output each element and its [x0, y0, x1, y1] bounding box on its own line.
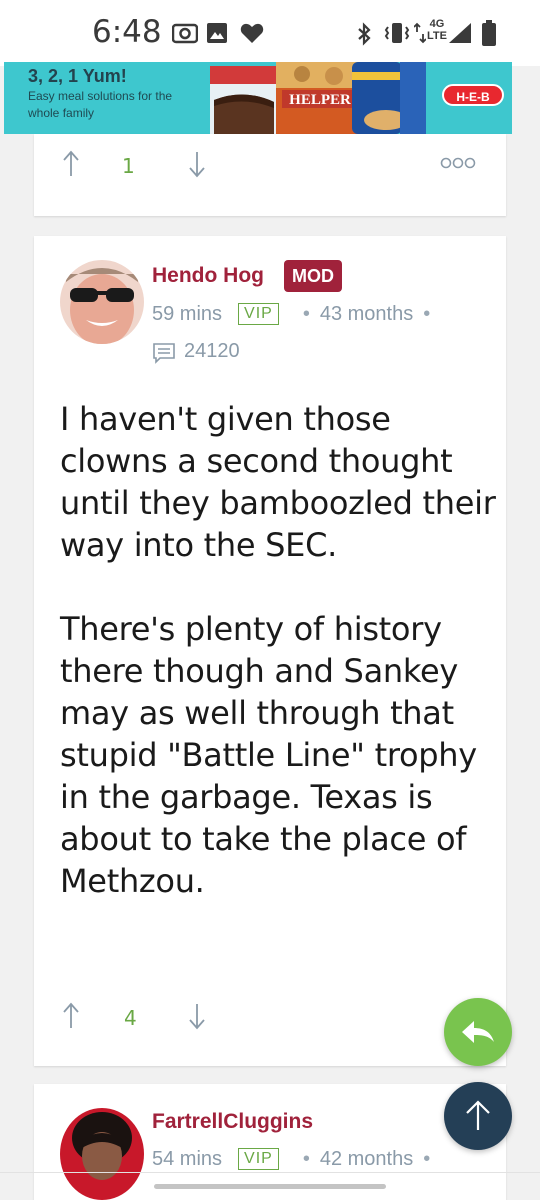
avatar[interactable] [60, 260, 144, 344]
avatar-image [60, 260, 144, 344]
data-arrows-icon [414, 22, 426, 44]
ad-biscuits-can-image [352, 62, 426, 134]
separator-dot: • [423, 303, 431, 325]
status-bar: 6:48 4G LTE [0, 0, 540, 66]
post-meta: 59 mins VIP • 43 months • [152, 303, 440, 326]
downvote-arrow-icon[interactable] [188, 150, 206, 178]
upvote-arrow-icon[interactable] [62, 150, 80, 178]
more-dots-icon[interactable] [440, 156, 476, 170]
ad-title: 3, 2, 1 Yum! [28, 66, 127, 86]
ad-subtitle: Easy meal solutions for the whole family [28, 89, 173, 120]
heb-logo: H-E-B [442, 84, 504, 106]
avatar-image [60, 1108, 144, 1200]
separator-dot: • [423, 1148, 431, 1170]
post-body: I haven't given those clowns a second th… [60, 398, 500, 944]
battery-icon [482, 20, 496, 46]
divider [0, 1172, 540, 1173]
ad-banner[interactable]: 3, 2, 1 Yum! Easy meal solutions for the… [4, 62, 512, 134]
previous-post-card: 1 [34, 134, 506, 216]
ad-product-name: HELPER [289, 92, 351, 108]
vip-badge: VIP [238, 303, 279, 325]
vote-count: 4 [124, 1006, 137, 1030]
vote-count: 1 [122, 154, 135, 178]
post-card: Hendo Hog MOD 59 mins VIP • 43 months • 2412… [34, 236, 506, 1066]
reply-arrow-icon [462, 1021, 494, 1043]
vip-badge: VIP [238, 1148, 279, 1170]
camera-icon [172, 23, 198, 44]
comment-icon [153, 343, 175, 364]
upvote-arrow-icon[interactable] [62, 1002, 80, 1030]
separator-dot: • [302, 303, 310, 325]
heart-icon [240, 23, 264, 43]
author-name[interactable]: Hendo Hog [152, 264, 264, 288]
tenure: 43 months [319, 303, 414, 325]
next-post-card: FartrellCluggins 54 mins VIP • 42 months • [34, 1084, 506, 1200]
post-paragraph: There's plenty of history there though a… [60, 610, 477, 900]
bluetooth-icon [358, 22, 371, 46]
separator-dot: • [302, 1148, 310, 1170]
avatar[interactable] [60, 1108, 144, 1200]
time-ago: 54 mins [152, 1148, 223, 1170]
vibrate-icon [384, 23, 410, 43]
mod-badge: MOD [284, 260, 342, 292]
time-ago: 59 mins [152, 303, 223, 325]
vote-row: 4 [34, 998, 506, 1038]
network-type: 4G LTE [427, 18, 447, 42]
arrow-up-icon [466, 1100, 490, 1130]
post-paragraph: I haven't given those clowns a second th… [60, 400, 496, 564]
reply-button[interactable] [444, 998, 512, 1066]
gallery-icon [207, 23, 227, 43]
vote-row: 1 [34, 146, 506, 186]
tenure: 42 months [319, 1148, 414, 1170]
status-time: 6:48 [92, 14, 162, 50]
author-name[interactable]: FartrellCluggins [152, 1110, 313, 1134]
home-indicator[interactable] [154, 1184, 386, 1189]
scroll-to-top-button[interactable] [444, 1082, 512, 1150]
signal-icon [449, 23, 471, 43]
post-count-value: 24120 [184, 340, 240, 362]
downvote-arrow-icon[interactable] [188, 1002, 206, 1030]
post-meta: 54 mins VIP • 42 months • [152, 1148, 440, 1171]
